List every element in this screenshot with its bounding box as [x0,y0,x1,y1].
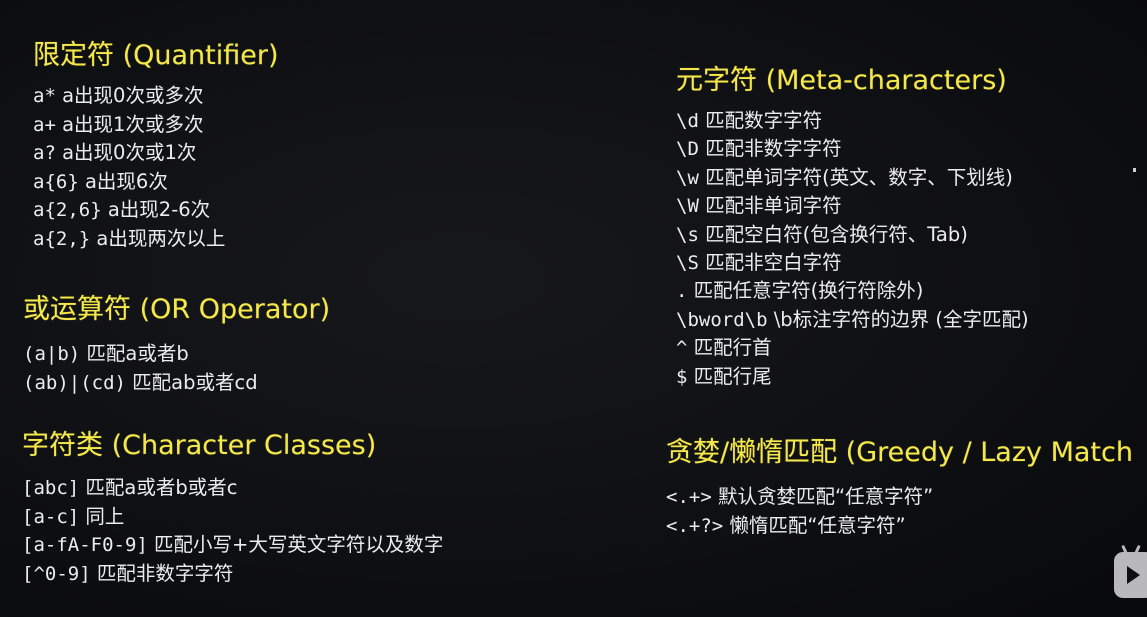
pattern-code: a{6} [33,170,79,193]
list-item: a* a出现0次或多次 [33,82,278,111]
list-item: \d 匹配数字字符 [676,107,1029,135]
greedy-lazy-list: <.+> 默认贪婪匹配“任意字符” <.+?> 懒惰匹配“任意字符” [666,483,1133,540]
pattern-code: <.+?> [666,514,724,537]
pattern-code: (a|b) [23,343,81,365]
pattern-description: 匹配非数字字符 [698,137,842,161]
list-item: \w 匹配单词字符(英文、数字、下划线) [676,164,1029,192]
quantifier-heading: 限定符 (Quantifier) [33,40,279,71]
pattern-description: a出现0次或1次 [55,141,197,165]
pattern-code: ^ [676,337,688,360]
slide: 限定符 (Quantifier) a* a出现0次或多次 a+ a出现1次或多次 a… [0,0,1147,617]
character-classes-heading: 字符类 (Character Classes) [22,430,377,461]
pattern-code: [^0-9] [22,562,91,585]
list-item: [a-fA-F0-9] 匹配小写+大写英文字符以及数字 [22,531,443,560]
pattern-code: . [676,280,688,303]
pattern-description: 匹配非空白字符 [698,251,842,275]
character-classes-list: [abc] 匹配a或者b或者c [a-c] 同上 [a-fA-F0-9] 匹配小写+… [22,474,443,588]
pattern-code: a* [33,85,56,107]
pattern-code: \bword\b [676,308,768,331]
pattern-code: \d [676,110,699,132]
meta-characters-section: 元字符 (Meta-characters) \d 匹配数字字符 \D 匹配非数字字… [676,58,1029,391]
pattern-description: 匹配ab或者cd [125,370,258,394]
pattern-description: a出现1次或多次 [55,112,204,136]
pattern-code: \D [676,138,699,161]
list-item: <.+?> 懒惰匹配“任意字符” [666,512,1133,541]
pattern-description: a出现两次以上 [90,226,226,250]
list-item: [^0-9] 匹配非数字字符 [22,560,443,589]
pattern-description: 匹配空白符(包含换行符、Tab) [698,222,968,246]
pattern-description: 匹配数字字符 [698,109,823,132]
list-item: a{2,} a出现两次以上 [33,225,278,254]
pattern-code: (ab)|(cd) [23,371,126,394]
list-item: (ab)|(cd) 匹配ab或者cd [23,369,330,398]
pattern-description: 匹配单词字符(英文、数字、下划线) [698,165,1013,189]
pattern-code: \w [676,166,699,189]
pattern-description: 匹配a或者b或者c [79,476,238,499]
bilibili-tv-icon [1114,552,1147,598]
pattern-code: a? [33,142,56,165]
list-item: $ 匹配行尾 [676,363,1029,391]
pattern-description: a出现6次 [78,169,168,193]
pattern-code: \s [676,223,699,246]
pattern-code: [abc] [22,477,80,499]
pattern-description: 匹配a或者b [80,342,189,365]
pattern-code: \W [676,195,699,218]
list-item: . 匹配任意字符(换行符除外) [676,277,1029,305]
or-operator-section: 或运算符 (OR Operator) (a|b) 匹配a或者b (ab)|(cd)… [23,287,330,397]
pattern-description: 默认贪婪匹配“任意字符” [711,485,934,508]
list-item: <.+> 默认贪婪匹配“任意字符” [666,483,1133,512]
meta-characters-list: \d 匹配数字字符 \D 匹配非数字字符 \w 匹配单词字符(英文、数字、下划线) \… [676,107,1029,391]
pattern-description: 同上 [79,504,125,528]
list-item: a{2,6} a出现2-6次 [33,196,278,225]
list-item: (a|b) 匹配a或者b [23,340,330,369]
pattern-description: a出现2-6次 [101,198,211,222]
quantifier-list: a* a出现0次或多次 a+ a出现1次或多次 a? a出现0次或1次 a{6} a出… [33,82,278,254]
list-item: \D 匹配非数字字符 [676,135,1029,163]
list-item: [a-c] 同上 [22,503,443,532]
pattern-description: \b标注字符的边界 (全字匹配) [767,307,1029,331]
pattern-description: 匹配非单词字符 [698,194,842,218]
list-item: a+ a出现1次或多次 [33,111,278,140]
greedy-lazy-section: 贪婪/懒惰匹配 (Greedy / Lazy Match <.+> 默认贪婪匹配… [666,430,1133,540]
greedy-lazy-heading: 贪婪/懒惰匹配 (Greedy / Lazy Match [666,437,1133,468]
pattern-description: 匹配行首 [687,336,772,360]
list-item: \W 匹配非单词字符 [676,192,1029,220]
edge-mark [1133,168,1136,172]
list-item: \s 匹配空白符(包含换行符、Tab) [676,221,1029,249]
list-item: a{6} a出现6次 [33,168,278,197]
or-operator-heading: 或运算符 (OR Operator) [23,294,331,325]
pattern-code: [a-fA-F0-9] [22,534,148,557]
pattern-description: 匹配任意字符(换行符除外) [687,279,924,303]
meta-characters-heading: 元字符 (Meta-characters) [676,65,1007,96]
character-classes-section: 字符类 (Character Classes) [abc] 匹配a或者b或者c[… [22,423,443,588]
pattern-description: a出现0次或多次 [55,84,204,107]
pattern-code: <.+> [666,486,712,508]
list-item: ^ 匹配行首 [676,334,1029,362]
pattern-code: a{2,6} [33,199,102,222]
list-item: \S 匹配非空白字符 [676,249,1029,277]
pattern-code: \S [676,252,699,275]
list-item: [abc] 匹配a或者b或者c [22,474,443,503]
pattern-code: [a-c] [22,505,80,528]
or-operator-list: (a|b) 匹配a或者b (ab)|(cd) 匹配ab或者cd [23,340,330,397]
pattern-code: $ [676,365,688,388]
quantifier-section: 限定符 (Quantifier) a* a出现0次或多次 a+ a出现1次或多次 a… [33,33,278,254]
list-item: a? a出现0次或1次 [33,139,278,168]
pattern-description: 匹配行尾 [687,364,772,388]
pattern-description: 匹配小写+大写英文字符以及数字 [147,533,444,557]
pattern-description: 匹配非数字字符 [90,561,234,585]
pattern-code: a+ [33,113,56,136]
list-item: \bword\b \b标注字符的边界 (全字匹配) [676,306,1029,334]
pattern-description: 懒惰匹配“任意字符” [723,513,906,537]
pattern-code: a{2,} [33,227,91,250]
